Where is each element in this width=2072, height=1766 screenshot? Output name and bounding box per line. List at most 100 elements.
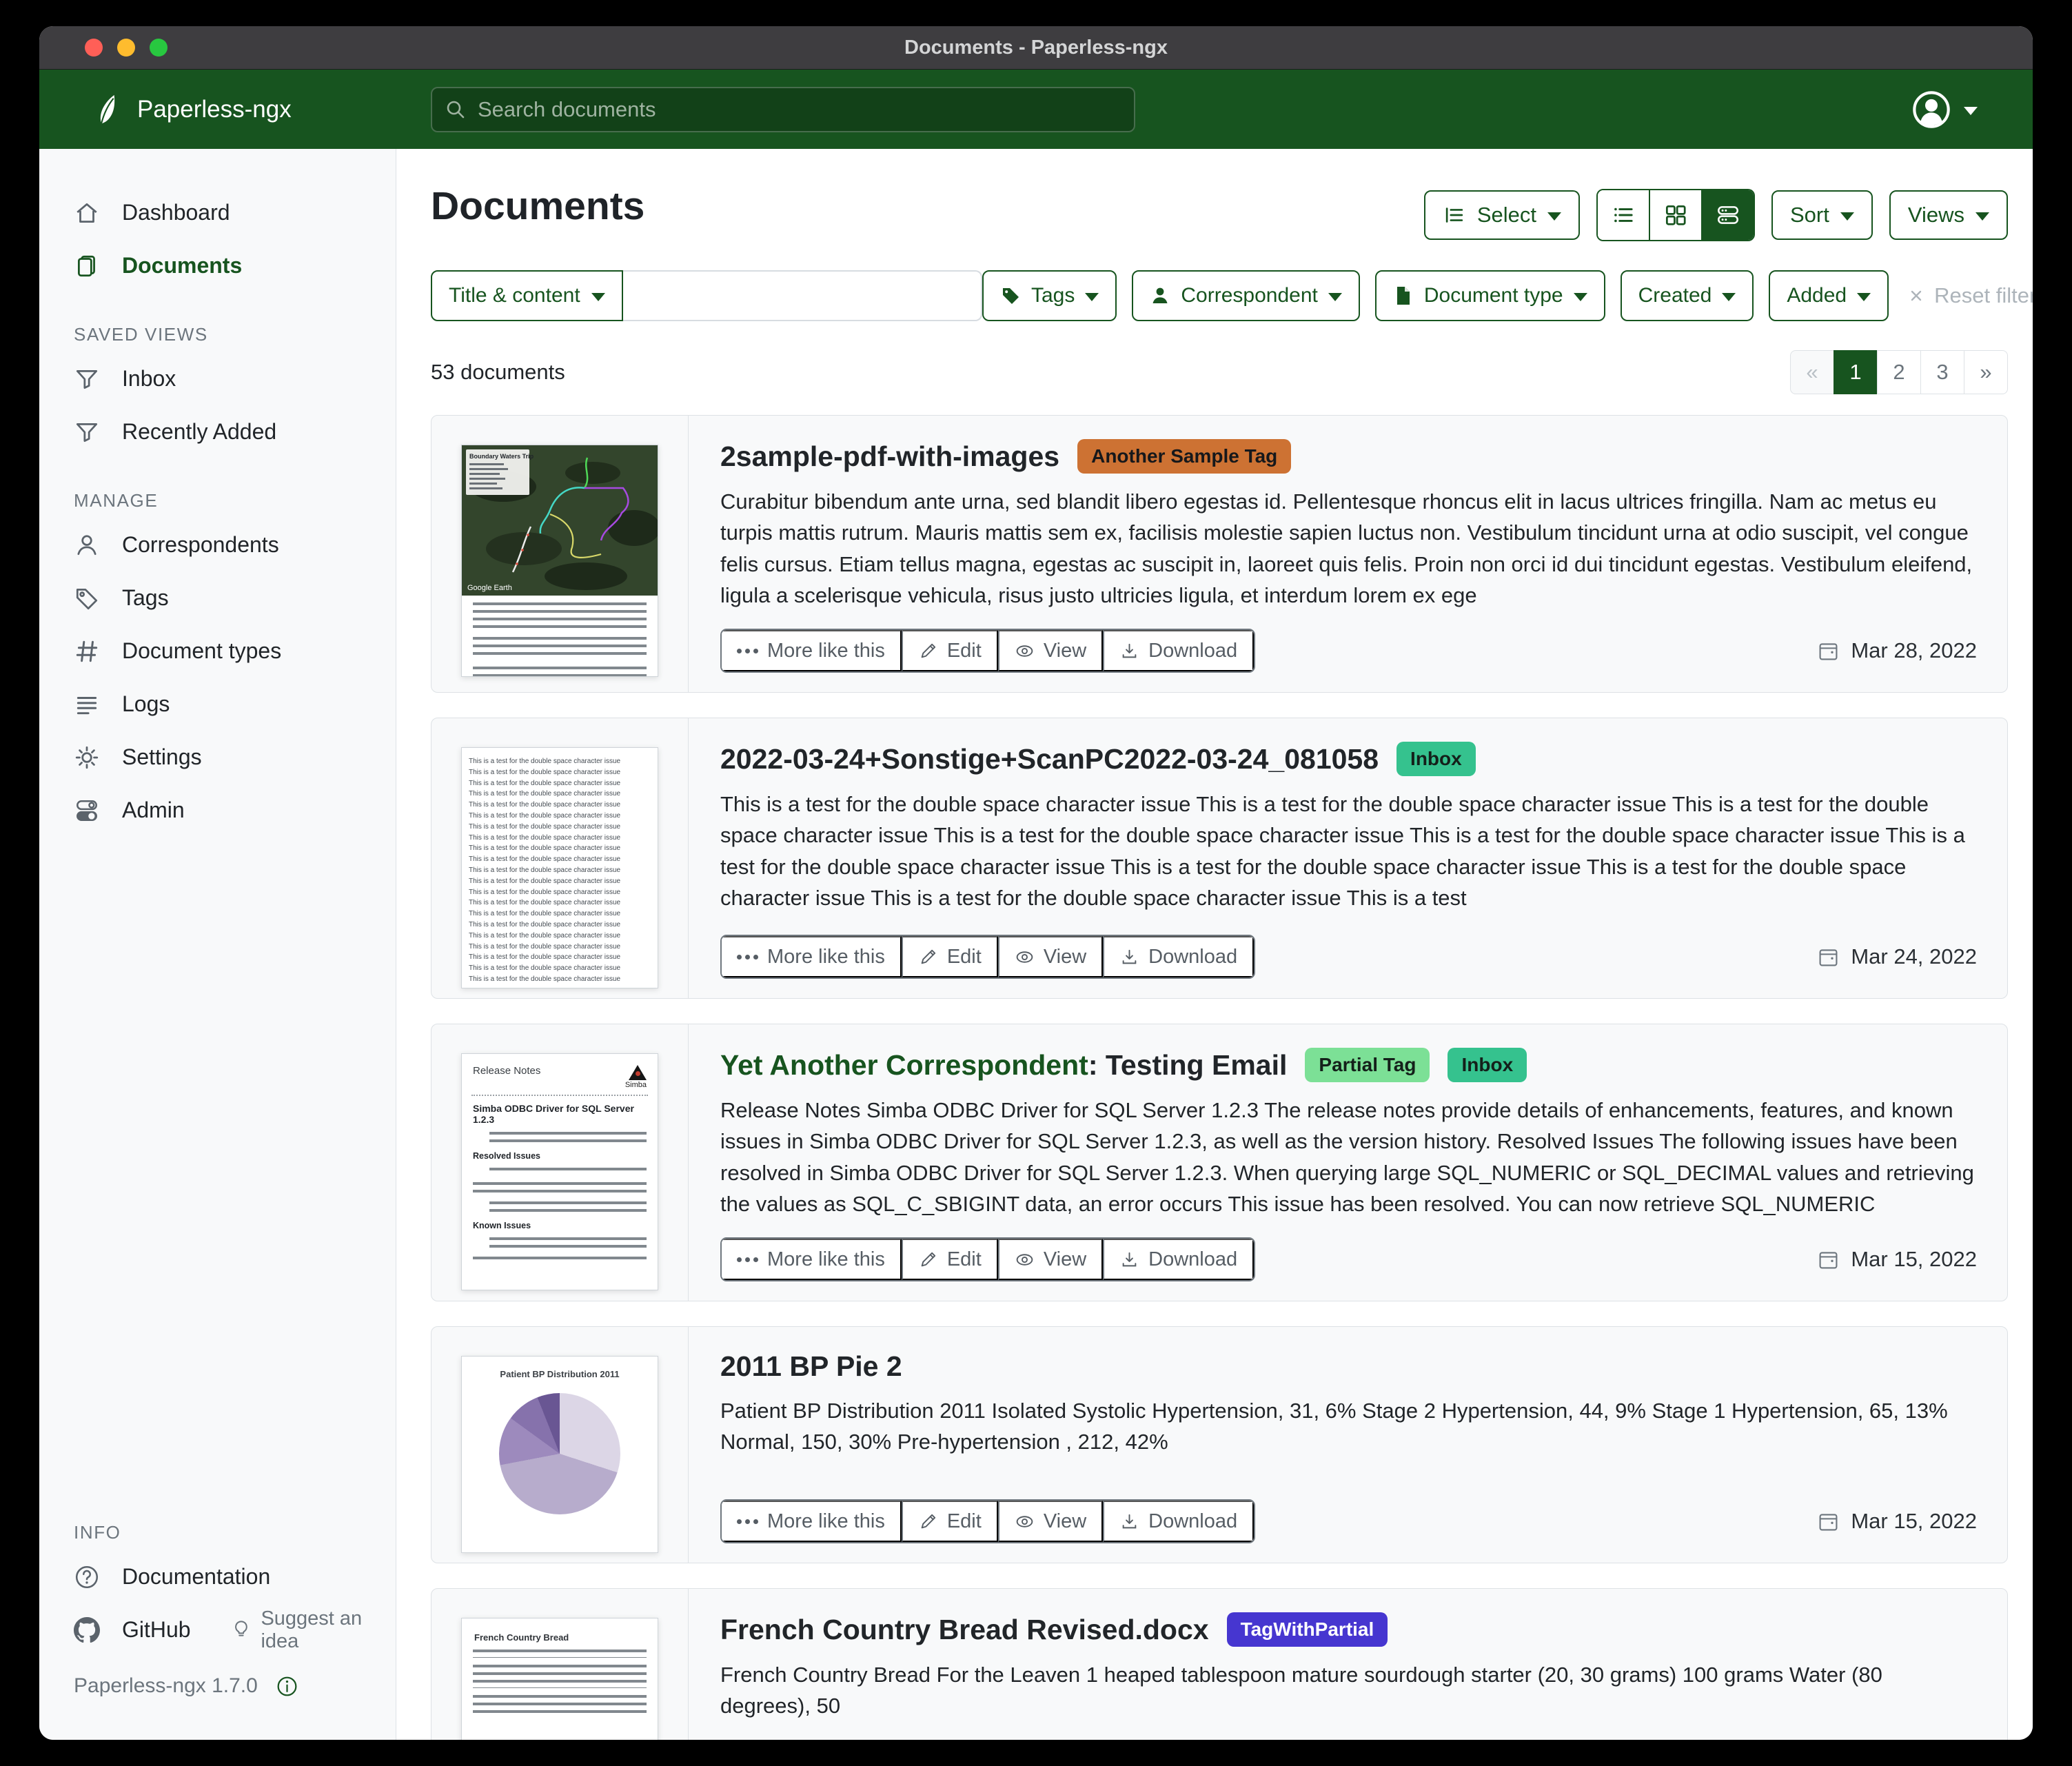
document-title-link[interactable]: Yet Another Correspondent: Testing Email — [720, 1049, 1287, 1082]
tags-filter-button[interactable]: Tags — [982, 270, 1117, 321]
sidebar-item-inbox[interactable]: Inbox — [39, 352, 396, 405]
edit-button[interactable]: Edit — [901, 630, 998, 671]
edit-button[interactable]: Edit — [901, 1501, 998, 1542]
tag-badge[interactable]: Partial Tag — [1305, 1048, 1430, 1082]
title-separator: : — [1088, 1048, 1106, 1081]
tag-badge[interactable]: Inbox — [1448, 1048, 1527, 1082]
sidebar-item-recently-added[interactable]: Recently Added — [39, 405, 396, 458]
view-button[interactable]: View — [997, 630, 1104, 671]
chevron-down-icon — [1085, 293, 1099, 301]
search-input[interactable] — [476, 96, 1121, 123]
card-footer: More like this Edit View Download Mar 28… — [720, 629, 1977, 673]
filter-text-input[interactable] — [622, 270, 982, 321]
document-excerpt: French Country Bread For the Leaven 1 he… — [720, 1663, 1882, 1718]
select-dropdown-button[interactable]: Select — [1423, 190, 1580, 240]
app-version: Paperless-ngx 1.7.0 — [74, 1674, 258, 1697]
list-lines-icon — [74, 691, 100, 718]
correspondent-name[interactable]: Yet Another Correspondent — [720, 1049, 1088, 1081]
grid-view-button[interactable] — [1649, 190, 1701, 240]
pagination-page-2[interactable]: 2 — [1877, 350, 1921, 394]
thumbnail-text-lines — [473, 1650, 647, 1658]
reset-filters-button[interactable]: Reset filters — [1904, 283, 2033, 308]
ellipsis-icon — [737, 1519, 758, 1524]
search-box[interactable] — [431, 86, 1135, 132]
action-label: Download — [1148, 1248, 1238, 1270]
search-field-selector[interactable]: Title & content — [431, 270, 623, 321]
thumbnail-text-lines — [473, 1182, 647, 1195]
edit-button[interactable]: Edit — [901, 1239, 998, 1280]
added-filter-button[interactable]: Added — [1769, 270, 1889, 321]
sidebar-item-github[interactable]: GitHub — [39, 1603, 191, 1656]
eye-icon — [1016, 645, 1033, 657]
document-excerpt: This is a test for the double space char… — [720, 792, 1965, 910]
download-icon — [1122, 1252, 1137, 1266]
tag-badge[interactable]: Another Sample Tag — [1077, 439, 1292, 474]
brand[interactable]: Paperless-ngx — [39, 94, 396, 125]
pagination-page-1[interactable]: 1 — [1834, 350, 1878, 394]
view-button[interactable]: View — [997, 1501, 1104, 1542]
chevron-down-icon — [1857, 293, 1871, 301]
search-field-label: Title & content — [449, 284, 580, 307]
document-thumbnail[interactable]: Boundary Waters Trip Google Earth — [461, 445, 658, 677]
document-thumbnail[interactable]: Patient BP Distribution 2011 — [461, 1356, 658, 1553]
close-window-button[interactable] — [85, 39, 103, 57]
list-view-button[interactable] — [1598, 190, 1649, 240]
sidebar-item-admin[interactable]: Admin — [39, 784, 396, 837]
document-title-link[interactable]: French Country Bread Revised.docx — [720, 1614, 1209, 1646]
document-thumbnail[interactable]: This is a test for the double space char… — [461, 747, 658, 988]
zoom-window-button[interactable] — [150, 39, 167, 57]
info-icon[interactable] — [276, 1675, 298, 1698]
download-button[interactable]: Download — [1103, 1239, 1255, 1280]
sidebar-item-documentation[interactable]: Documentation — [39, 1550, 396, 1603]
more-like-this-button[interactable]: More like this — [722, 936, 902, 977]
sidebar-item-label: Inbox — [122, 366, 176, 391]
pagination-prev[interactable]: « — [1790, 350, 1834, 394]
sidebar-item-document-types[interactable]: Document types — [39, 625, 396, 678]
download-button[interactable]: Download — [1103, 630, 1255, 671]
more-like-this-button[interactable]: More like this — [722, 1501, 902, 1542]
suggest-idea-link[interactable]: Suggest an idea — [231, 1607, 396, 1653]
pagination-next[interactable]: » — [1964, 350, 2008, 394]
detail-view-button[interactable] — [1701, 190, 1754, 240]
simba-triangle-icon — [629, 1065, 647, 1080]
created-filter-button[interactable]: Created — [1620, 270, 1754, 321]
document-title-link[interactable]: 2sample-pdf-with-images — [720, 440, 1059, 473]
card-content: 2022-03-24+Sonstige+ScanPC2022-03-24_081… — [689, 718, 2007, 998]
download-button[interactable]: Download — [1103, 936, 1255, 977]
more-like-this-button[interactable]: More like this — [722, 630, 902, 671]
sidebar-item-documents[interactable]: Documents — [39, 239, 396, 292]
tag-badge[interactable]: Inbox — [1396, 742, 1476, 776]
document-thumbnail[interactable]: Release Notes Simba Simba ODBC Driver fo… — [461, 1053, 658, 1290]
card-content: 2sample-pdf-with-images Another Sample T… — [689, 416, 2007, 692]
document-thumbnail[interactable]: French Country Bread — [461, 1618, 658, 1740]
person-filled-icon — [1150, 285, 1170, 306]
views-dropdown-button[interactable]: Views — [1889, 190, 2008, 240]
minimize-window-button[interactable] — [117, 39, 135, 57]
window-title: Documents - Paperless-ngx — [904, 36, 1168, 59]
sort-dropdown-button[interactable]: Sort — [1771, 190, 1873, 240]
sidebar-item-label: Settings — [122, 744, 202, 769]
document-title-link[interactable]: 2022-03-24+Sonstige+ScanPC2022-03-24_081… — [720, 743, 1379, 775]
correspondent-filter-button[interactable]: Correspondent — [1132, 270, 1360, 321]
document-title-link[interactable]: 2011 BP Pie 2 — [720, 1350, 902, 1383]
pagination-page-3[interactable]: 3 — [1920, 350, 1964, 394]
view-button[interactable]: View — [997, 936, 1104, 977]
view-button[interactable]: View — [997, 1239, 1104, 1280]
sidebar-item-dashboard[interactable]: Dashboard — [39, 186, 396, 239]
sidebar-item-label: Dashboard — [122, 200, 230, 225]
more-like-this-button[interactable]: More like this — [722, 1239, 902, 1280]
download-button[interactable]: Download — [1103, 1501, 1255, 1542]
sidebar-item-logs[interactable]: Logs — [39, 678, 396, 731]
action-label: Download — [1148, 945, 1238, 968]
thumbnail-text-lines — [473, 637, 647, 660]
edit-button[interactable]: Edit — [901, 936, 998, 977]
tag-badge[interactable]: TagWithPartial — [1226, 1612, 1388, 1647]
sidebar-item-correspondents[interactable]: Correspondents — [39, 518, 396, 571]
toolbar: Select Sort Views — [1423, 189, 2008, 241]
document-type-filter-button[interactable]: Document type — [1374, 270, 1605, 321]
user-menu[interactable] — [1911, 90, 2033, 130]
action-label: Download — [1148, 639, 1238, 662]
sidebar-item-settings[interactable]: Settings — [39, 731, 396, 784]
card-footer: More like this Edit View Download Mar 24… — [720, 935, 1977, 979]
sidebar-item-tags[interactable]: Tags — [39, 571, 396, 625]
